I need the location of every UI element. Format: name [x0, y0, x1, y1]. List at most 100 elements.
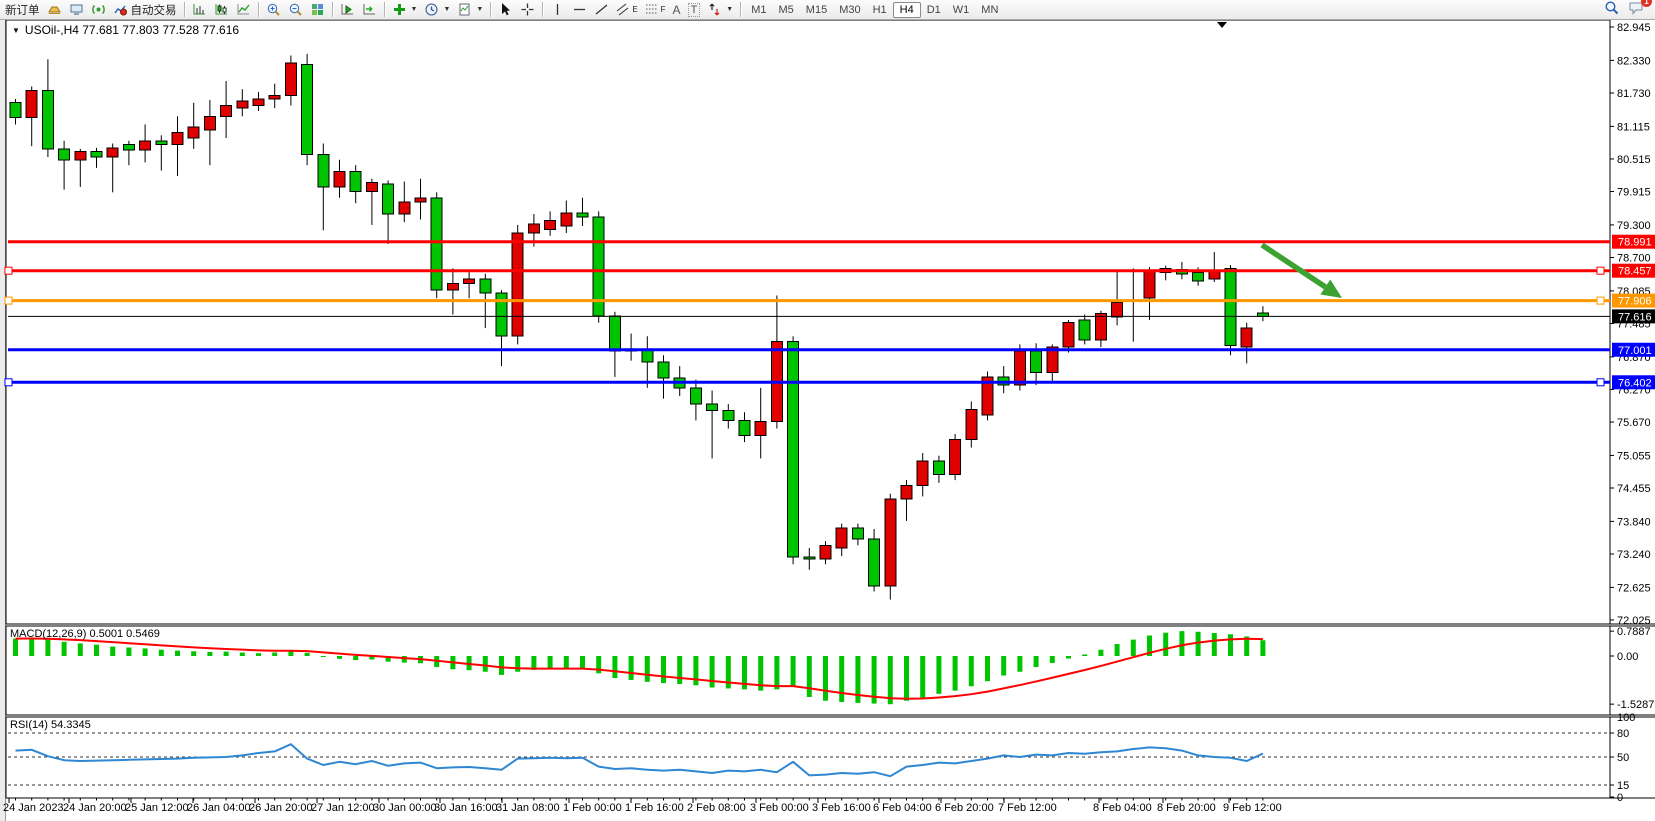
- macd-bar: [661, 656, 666, 683]
- hline-handle[interactable]: [1597, 379, 1604, 386]
- macd-bar: [13, 639, 18, 656]
- price-tick-label: 72.025: [1617, 615, 1651, 627]
- horizontal-line-tool-button[interactable]: [569, 1, 590, 18]
- price-tick-label: 72.625: [1617, 582, 1651, 594]
- macd-tick-label: 0.00: [1617, 651, 1638, 663]
- chart-canvas[interactable]: 82.94582.33081.73081.11580.51579.91579.3…: [0, 20, 1655, 821]
- equidistant-channel-icon: [616, 2, 629, 17]
- time-axis-label: 9 Feb 12:00: [1223, 802, 1282, 814]
- candle-body: [820, 545, 831, 559]
- zoom-in-button[interactable]: [263, 1, 284, 18]
- price-tick-label: 81.115: [1617, 121, 1650, 133]
- indicators-button[interactable]: ▼: [389, 1, 421, 18]
- candle-body: [480, 279, 491, 293]
- zoom-out-button[interactable]: [285, 1, 306, 18]
- macd-bar: [936, 656, 941, 694]
- line-chart-button[interactable]: [233, 1, 254, 18]
- macd-bar: [256, 653, 261, 656]
- vertical-line-icon: [550, 2, 565, 17]
- macd-bar: [240, 653, 245, 656]
- hline-price-label: 77.906: [1618, 296, 1652, 308]
- line-chart-icon: [236, 2, 251, 17]
- signal-button[interactable]: [88, 1, 109, 18]
- timeframe-m1-button[interactable]: M1: [745, 2, 772, 18]
- macd-bar: [969, 656, 974, 686]
- text-tool-button[interactable]: A: [670, 2, 684, 18]
- hline-handle[interactable]: [5, 297, 12, 304]
- macd-bar: [1212, 633, 1217, 656]
- macd-bar: [126, 647, 131, 656]
- candle-body: [609, 316, 620, 351]
- trend-arrow[interactable]: [1262, 245, 1325, 287]
- chart-window[interactable]: 82.94582.33081.73081.11580.51579.91579.3…: [0, 20, 1655, 821]
- macd-bar: [904, 656, 909, 701]
- chart-shift-button[interactable]: [359, 1, 380, 18]
- candle-body: [885, 499, 896, 586]
- notifications-chat-icon[interactable]: 1: [1628, 0, 1645, 19]
- macd-bar: [175, 651, 180, 656]
- fibonacci-tool-button[interactable]: F: [642, 1, 669, 18]
- timeframe-m5-button[interactable]: M5: [773, 2, 800, 18]
- timeframe-h4-button[interactable]: H4: [893, 2, 921, 18]
- arrows-tool-button[interactable]: ▼: [704, 1, 736, 18]
- text-label-tool-button[interactable]: T: [685, 2, 704, 18]
- macd-bar: [191, 651, 196, 656]
- timeframe-m15-button[interactable]: M15: [800, 2, 833, 18]
- price-tick-label: 82.330: [1617, 55, 1651, 67]
- candle-body: [140, 141, 151, 150]
- new-order-button[interactable]: 新订单: [2, 1, 43, 19]
- templates-button[interactable]: ▼: [454, 1, 486, 18]
- deposit-button[interactable]: [44, 1, 65, 18]
- zoom-out-icon: [288, 2, 303, 17]
- candle-body: [1241, 328, 1252, 347]
- hline-handle[interactable]: [1597, 267, 1604, 274]
- macd-bar: [580, 656, 585, 669]
- terminal-button[interactable]: [66, 1, 87, 18]
- time-axis-label: 30 Jan 00:00: [373, 802, 437, 814]
- macd-bar: [1131, 640, 1136, 656]
- time-axis-label: 8 Feb 20:00: [1157, 802, 1216, 814]
- chart-shift-marker[interactable]: [1217, 22, 1227, 28]
- hline-handle[interactable]: [5, 379, 12, 386]
- price-tick-label: 73.840: [1617, 516, 1651, 528]
- timeframe-h1-button[interactable]: H1: [867, 2, 893, 18]
- chevron-down-icon: ▼: [411, 6, 418, 13]
- candle-body: [447, 284, 458, 291]
- candle-body: [642, 350, 653, 362]
- periods-button[interactable]: ▼: [421, 1, 453, 18]
- macd-bar: [483, 656, 488, 672]
- trendline-tool-button[interactable]: [591, 1, 612, 18]
- toolbar-separator: [542, 2, 543, 17]
- toolbar-separator: [740, 2, 741, 17]
- time-axis-label: 1 Feb 00:00: [563, 802, 622, 814]
- chevron-down-icon: ▼: [443, 6, 450, 13]
- search-icon[interactable]: [1604, 0, 1620, 19]
- toolbar-separator: [184, 2, 185, 17]
- autotrade-button[interactable]: 自动交易: [110, 1, 180, 19]
- macd-bar: [1050, 656, 1055, 663]
- candlestick-chart-button[interactable]: [211, 1, 232, 18]
- macd-bar: [985, 656, 990, 681]
- timeframe-m30-button[interactable]: M30: [833, 2, 866, 18]
- auto-scroll-button[interactable]: [337, 1, 358, 18]
- timeframe-w1-button[interactable]: W1: [947, 2, 976, 18]
- cursor-tool-button[interactable]: [495, 1, 516, 18]
- candle-body: [707, 404, 718, 411]
- tile-windows-button[interactable]: [307, 1, 328, 18]
- vertical-line-tool-button[interactable]: [547, 1, 568, 18]
- timeframe-d1-button[interactable]: D1: [921, 2, 947, 18]
- macd-bar: [564, 656, 569, 668]
- bar-chart-button[interactable]: [189, 1, 210, 18]
- new-order-label: 新订单: [5, 2, 40, 18]
- hline-handle[interactable]: [5, 267, 12, 274]
- timeframe-mn-button[interactable]: MN: [975, 2, 1004, 18]
- hline-price-label: 76.402: [1618, 377, 1652, 389]
- price-tick-label: 73.240: [1617, 549, 1651, 561]
- time-axis-label: 3 Feb 00:00: [750, 802, 809, 814]
- candle-body: [431, 198, 442, 290]
- equidistant-channel-tool-button[interactable]: E: [613, 1, 640, 18]
- crosshair-tool-button[interactable]: [517, 1, 538, 18]
- macd-bar: [1179, 631, 1184, 656]
- macd-bar: [1017, 656, 1022, 672]
- hline-handle[interactable]: [1597, 297, 1604, 304]
